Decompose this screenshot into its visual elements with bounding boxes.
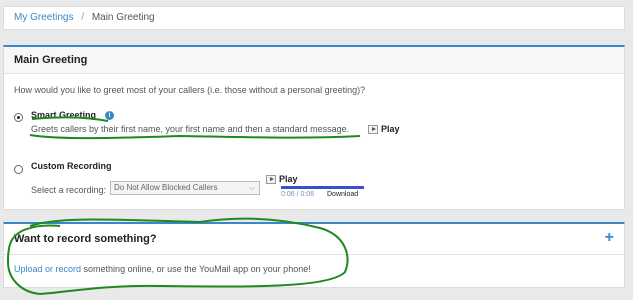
record-panel-title: Want to record something?	[4, 224, 624, 255]
breadcrumb-current: Main Greeting	[91, 12, 155, 23]
chevron-down-icon: ⌵	[248, 183, 255, 192]
playback-progress-fill	[281, 186, 364, 189]
custom-recording-label[interactable]: Custom Recording	[31, 161, 112, 171]
greeting-question: How would you like to greet most of your…	[14, 85, 366, 95]
smart-greeting-label[interactable]: Smart Greeting	[31, 110, 96, 120]
breadcrumb-separator: /	[81, 12, 85, 23]
smart-greeting-radio[interactable]	[14, 113, 23, 122]
smart-greeting-play-button[interactable]: Play	[368, 124, 400, 134]
smart-greeting-description: Greets callers by their first name, your…	[31, 124, 350, 134]
recording-select[interactable]: Do Not Allow Blocked Callers ⌵	[110, 181, 260, 195]
main-greeting-panel: Main Greeting How would you like to gree…	[3, 45, 625, 210]
select-recording-label: Select a recording:	[31, 185, 107, 195]
breadcrumb-link-my-greetings[interactable]: My Greetings	[14, 12, 73, 23]
record-description: Upload or record something online, or us…	[14, 264, 311, 274]
info-icon[interactable]: i	[105, 111, 114, 120]
play-icon	[368, 124, 378, 134]
play-icon	[266, 174, 276, 184]
play-label: Play	[279, 174, 298, 184]
play-label: Play	[381, 124, 400, 134]
playback-progress-bar[interactable]	[281, 186, 364, 189]
custom-recording-play-button[interactable]: Play	[266, 174, 298, 184]
custom-recording-radio[interactable]	[14, 165, 23, 174]
record-description-text: something online, or use the YouMail app…	[81, 264, 311, 274]
upload-or-record-link[interactable]: Upload or record	[14, 264, 81, 274]
record-panel: Want to record something? + Upload or re…	[3, 222, 625, 288]
recording-select-value: Do Not Allow Blocked Callers	[114, 183, 218, 192]
breadcrumb: My Greetings / Main Greeting	[3, 6, 625, 30]
download-link[interactable]: Download	[327, 191, 358, 198]
playback-time: 0:06 / 0:06	[281, 191, 315, 198]
plus-icon[interactable]: +	[605, 230, 614, 246]
main-greeting-title: Main Greeting	[4, 47, 624, 74]
